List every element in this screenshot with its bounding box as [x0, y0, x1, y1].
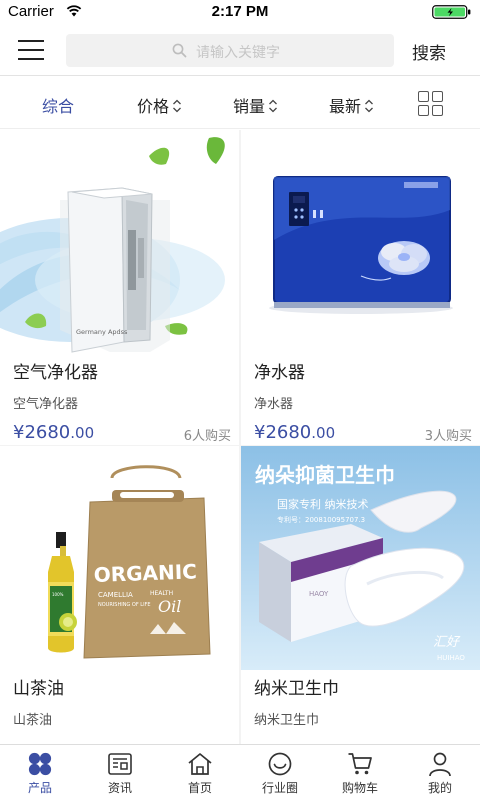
products-icon — [28, 752, 52, 776]
price-main: ¥2680 — [254, 422, 312, 443]
product-name: 山茶油 — [13, 679, 64, 699]
bottom-tab-bar: 产品 资讯 首页 行业圈 购物车 我的 — [0, 744, 480, 800]
air-purifier-caption: Germany Apdss — [76, 328, 128, 336]
product-card-water-purifier[interactable]: 净水器 净水器 ¥2680.00 3人购买 — [241, 130, 480, 445]
tab-home[interactable]: 首页 — [160, 745, 240, 800]
news-icon — [108, 753, 132, 775]
search-input[interactable]: 请输入关键字 — [66, 34, 394, 67]
sort-comprehensive[interactable]: 综合 — [42, 93, 74, 117]
tab-label: 购物车 — [341, 781, 378, 795]
grid-view-icon-cell — [432, 91, 443, 102]
tab-label: 行业圈 — [261, 781, 298, 795]
air-purifier-illustration: Germany Apdss — [0, 130, 239, 354]
product-sold-count: 6人购买 — [183, 429, 231, 444]
tab-label: 资讯 — [107, 781, 132, 795]
product-price: ¥2680.00 — [254, 422, 335, 443]
hamburger-icon-line — [18, 58, 44, 60]
sort-price[interactable]: 价格 — [137, 93, 182, 117]
pad-patent-text: 专利号：200810095707.3 — [277, 515, 365, 524]
product-card-air-purifier[interactable]: Germany Apdss 空气净化器 空气净化器 ¥2680.00 6人购买 — [0, 130, 239, 445]
sort-arrows-icon — [269, 99, 277, 113]
menu-button[interactable] — [16, 37, 46, 63]
product-card-sanitary-pads[interactable]: 纳朵抑菌卫生巾 国家专利 纳米技术 专利号：200810095707.3 HAO… — [241, 446, 480, 744]
product-name: 净水器 — [254, 363, 305, 383]
tab-label: 我的 — [427, 781, 452, 795]
sort-bar: 综合 价格 销量 最新 — [0, 77, 480, 129]
community-icon — [268, 752, 292, 776]
tab-cart[interactable]: 购物车 — [320, 745, 400, 800]
top-header: 请输入关键字 搜索 — [0, 24, 480, 76]
product-subtitle: 空气净化器 — [13, 397, 79, 412]
cart-icon — [348, 753, 372, 775]
profile-icon — [429, 752, 451, 777]
grid-view-icon-cell — [432, 105, 443, 116]
tab-profile[interactable]: 我的 — [400, 745, 480, 800]
sort-newest[interactable]: 最新 — [329, 93, 374, 117]
product-image-sanitary-pads: 纳朵抑菌卫生巾 国家专利 纳米技术 专利号：200810095707.3 HAO… — [241, 446, 480, 670]
clock-time: 2:17 PM — [211, 3, 269, 20]
nourishing-text: NOURISHING OF LIFE — [98, 602, 151, 608]
price-main: ¥2680 — [13, 422, 71, 443]
home-icon — [188, 753, 212, 775]
tab-community[interactable]: 行业圈 — [240, 745, 320, 800]
grid-view-toggle[interactable] — [418, 91, 444, 117]
product-name: 纳米卫生巾 — [254, 679, 339, 699]
svg-text:100%: 100% — [52, 592, 64, 597]
tab-label: 产品 — [27, 781, 52, 795]
sort-label: 最新 — [329, 97, 362, 116]
health-text: HEALTH — [150, 590, 173, 597]
tab-news[interactable]: 资讯 — [80, 745, 160, 800]
organic-brand-text: ORGANIC — [93, 559, 197, 587]
product-grid: Germany Apdss 空气净化器 空气净化器 ¥2680.00 6人购买 — [0, 130, 480, 744]
svg-text:HAOY: HAOY — [309, 590, 329, 598]
product-image-water-purifier — [241, 130, 480, 354]
product-subtitle: 纳米卫生巾 — [254, 713, 320, 728]
camellia-oil-illustration: ORGANIC CAMELLIA HEALTH NOURISHING OF LI… — [0, 446, 239, 670]
pad-tagline-text: 国家专利 纳米技术 — [277, 497, 369, 511]
sort-label: 销量 — [233, 97, 266, 116]
sort-label: 价格 — [137, 97, 170, 116]
product-image-air-purifier: Germany Apdss — [0, 130, 239, 354]
product-name: 空气净化器 — [13, 363, 98, 383]
sort-label: 综合 — [42, 97, 75, 116]
price-decimal: .00 — [70, 424, 95, 442]
product-card-camellia-oil[interactable]: ORGANIC CAMELLIA HEALTH NOURISHING OF LI… — [0, 446, 239, 744]
product-image-camellia-oil: ORGANIC CAMELLIA HEALTH NOURISHING OF LI… — [0, 446, 239, 670]
status-bar: Carrier 2:17 PM — [0, 0, 480, 24]
tab-products[interactable]: 产品 — [0, 745, 80, 800]
product-subtitle: 净水器 — [254, 397, 294, 412]
grid-view-icon-cell — [418, 105, 429, 116]
product-sold-count: 3人购买 — [424, 429, 472, 444]
sanitary-pads-illustration: 纳朵抑菌卫生巾 国家专利 纳米技术 专利号：200810095707.3 HAO… — [241, 446, 480, 670]
search-icon — [172, 43, 187, 58]
price-decimal: .00 — [311, 424, 336, 442]
hamburger-icon — [18, 40, 44, 42]
oil-text: Oil — [158, 597, 181, 616]
pad-headline-text: 纳朵抑菌卫生巾 — [255, 463, 395, 487]
sort-arrows-icon — [365, 99, 373, 113]
sort-arrows-icon — [173, 99, 181, 113]
product-subtitle: 山茶油 — [13, 713, 53, 728]
water-purifier-illustration — [241, 130, 480, 354]
sort-sales[interactable]: 销量 — [233, 93, 278, 117]
tab-label: 首页 — [187, 781, 212, 795]
battery-icon — [432, 5, 471, 19]
search-button[interactable]: 搜索 — [412, 39, 446, 64]
camellia-text: CAMELLIA — [98, 591, 133, 599]
product-price: ¥2680.00 — [13, 422, 94, 443]
huihao-brand-text: 汇好 — [433, 635, 461, 650]
hamburger-icon-line — [18, 49, 44, 51]
grid-view-icon — [418, 91, 429, 102]
search-placeholder: 请输入关键字 — [196, 45, 280, 61]
huihao-brand-en-text: HUIHAO — [437, 654, 465, 662]
